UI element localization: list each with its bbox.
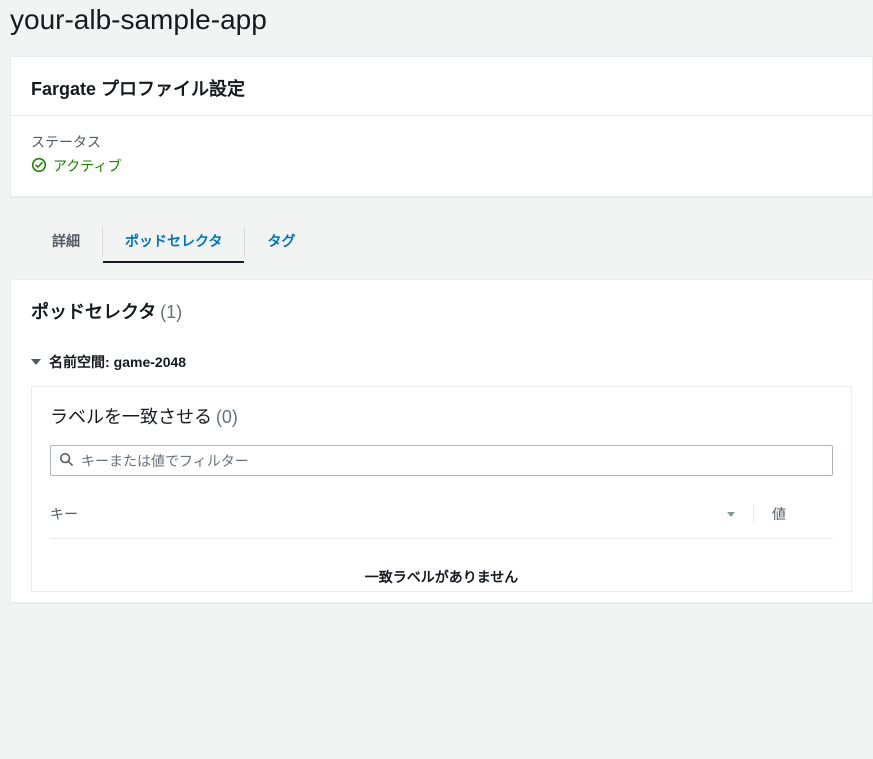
search-icon — [59, 452, 73, 469]
match-labels-title: ラベルを一致させる — [50, 407, 212, 427]
pod-selector-header: ポッドセレクタ (1) — [11, 280, 872, 342]
tab-tags[interactable]: タグ — [245, 221, 317, 263]
match-labels-count: (0) — [216, 407, 238, 427]
column-value[interactable]: 値 — [753, 504, 833, 524]
namespace-toggle[interactable]: 名前空間: game-2048 — [31, 348, 852, 386]
labels-table-header: キー 値 — [50, 486, 833, 539]
page-title: your-alb-sample-app — [0, 0, 873, 56]
pod-selector-panel: ポッドセレクタ (1) 名前空間: game-2048 ラベルを一致させる (0… — [10, 279, 873, 603]
fargate-config-panel: Fargate プロファイル設定 ステータス アクティブ — [10, 56, 873, 197]
match-labels-box: ラベルを一致させる (0) キー 値 — [31, 386, 852, 592]
tabs: 詳細 ポッドセレクタ タグ — [10, 221, 873, 263]
check-circle-icon — [31, 157, 47, 176]
tab-pod-selector[interactable]: ポッドセレクタ — [103, 221, 244, 263]
pod-selector-title: ポッドセレクタ — [31, 302, 156, 322]
status-value-row: アクティブ — [31, 156, 852, 176]
caret-down-icon — [31, 359, 41, 365]
namespace-value: game-2048 — [114, 354, 186, 370]
column-value-label: 値 — [772, 506, 786, 522]
pod-selector-count: (1) — [160, 302, 182, 322]
column-key-label: キー — [50, 504, 78, 524]
config-heading: Fargate プロファイル設定 — [31, 75, 852, 101]
filter-input-wrap[interactable] — [50, 445, 833, 476]
match-labels-heading: ラベルを一致させる (0) — [50, 403, 833, 429]
filter-input[interactable] — [81, 453, 824, 469]
tab-detail[interactable]: 詳細 — [30, 221, 102, 263]
namespace-expander: 名前空間: game-2048 ラベルを一致させる (0) キー — [11, 342, 872, 602]
column-key[interactable]: キー — [50, 504, 753, 524]
status-value: アクティブ — [53, 156, 121, 176]
panel-header: Fargate プロファイル設定 — [11, 57, 872, 116]
empty-message: 一致ラベルがありません — [50, 539, 833, 591]
panel-body: ステータス アクティブ — [11, 116, 872, 196]
status-label: ステータス — [31, 132, 852, 152]
sort-icon — [727, 512, 735, 517]
namespace-prefix: 名前空間: — [49, 352, 110, 372]
